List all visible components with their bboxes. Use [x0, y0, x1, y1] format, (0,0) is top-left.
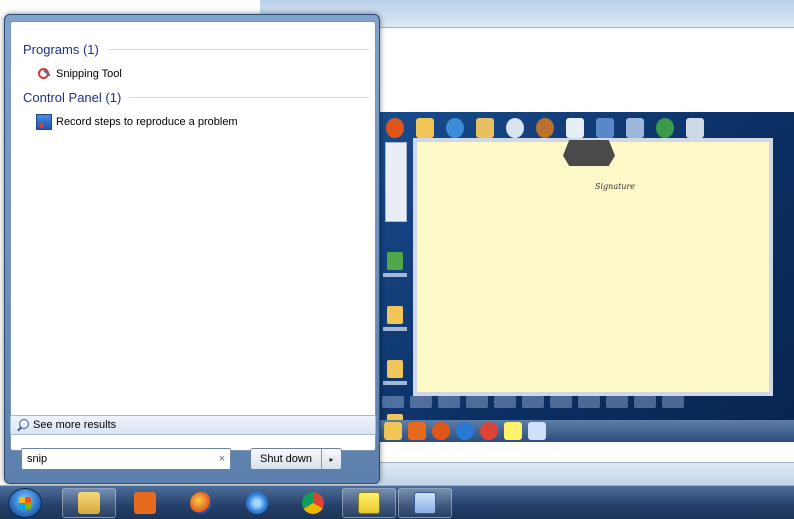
search-results-pane: Programs (1) Snipping Tool Control Panel…	[10, 21, 376, 451]
shutdown-options-arrow-icon[interactable]: ▸	[321, 449, 341, 469]
taskbar-chrome-button[interactable]	[286, 488, 340, 518]
shutdown-button-group: Shut down ▸	[250, 448, 342, 470]
start-button[interactable]	[8, 488, 42, 518]
taskbar-word-button[interactable]	[398, 488, 452, 518]
embedded-folder-icon	[416, 118, 434, 138]
embedded-signature-text: Signature	[595, 182, 636, 191]
background-window-statusbar	[375, 462, 794, 485]
embedded-app-icon	[596, 118, 614, 138]
taskbar-firefox-button[interactable]	[174, 488, 228, 518]
embedded-icon-labels	[382, 396, 684, 408]
embedded-network-icon	[446, 118, 464, 138]
embedded-desktop-icon	[382, 360, 408, 400]
clear-search-icon[interactable]: ×	[214, 453, 230, 465]
search-input[interactable]	[22, 450, 214, 468]
steps-recorder-icon	[36, 114, 52, 130]
taskbar-explorer-button[interactable]	[62, 488, 116, 518]
internet-explorer-icon	[246, 492, 268, 514]
media-player-icon	[134, 492, 156, 514]
embedded-signature-note: Signature	[413, 138, 773, 396]
see-more-results-button[interactable]: See more results	[10, 415, 376, 435]
group-title-control-panel: Control Panel (1)	[23, 90, 122, 105]
embedded-firefox-icon	[386, 118, 404, 138]
embedded-monitor-icon	[686, 118, 704, 138]
result-snipping-tool[interactable]: Snipping Tool	[36, 65, 122, 83]
embedded-note-clip	[563, 140, 615, 166]
firefox-icon	[190, 492, 212, 514]
group-header-programs: Programs (1)	[23, 42, 369, 57]
embedded-desktop-icon	[382, 306, 408, 346]
embedded-window-icon	[566, 118, 584, 138]
shutdown-button[interactable]: Shut down	[251, 449, 321, 469]
embedded-user-icon	[536, 118, 554, 138]
embedded-globe-icon	[656, 118, 674, 138]
group-divider	[129, 97, 369, 98]
scissors-icon	[36, 66, 52, 82]
group-divider	[106, 49, 369, 50]
start-search-box[interactable]: ×	[21, 448, 231, 470]
embedded-desktop-icon	[382, 252, 408, 292]
windows-explorer-icon	[78, 492, 100, 514]
result-label: Record steps to reproduce a problem	[56, 116, 238, 128]
embedded-folder-icon	[476, 118, 494, 138]
result-record-steps[interactable]: Record steps to reproduce a problem	[36, 113, 238, 131]
snipping-tool-icon	[358, 492, 380, 514]
group-title-programs: Programs (1)	[23, 42, 99, 57]
taskbar-ie-button[interactable]	[230, 488, 284, 518]
result-label: Snipping Tool	[56, 68, 122, 80]
embedded-tool-palette	[385, 142, 407, 222]
embedded-taskbar	[380, 420, 794, 442]
chrome-icon	[302, 492, 324, 514]
embedded-desktop-icons	[382, 252, 412, 442]
taskbar	[0, 485, 794, 519]
embedded-search-icon	[506, 118, 524, 138]
taskbar-snipping-button[interactable]	[342, 488, 396, 518]
embedded-app-icon	[626, 118, 644, 138]
taskbar-media-button[interactable]	[118, 488, 172, 518]
group-header-control-panel: Control Panel (1)	[23, 90, 369, 105]
search-icon	[17, 419, 29, 431]
start-menu: Programs (1) Snipping Tool Control Panel…	[4, 14, 380, 484]
see-more-label: See more results	[33, 419, 117, 431]
embedded-top-icons	[386, 118, 704, 140]
word-icon	[414, 492, 436, 514]
embedded-desktop-screenshot: Signature	[380, 112, 794, 442]
